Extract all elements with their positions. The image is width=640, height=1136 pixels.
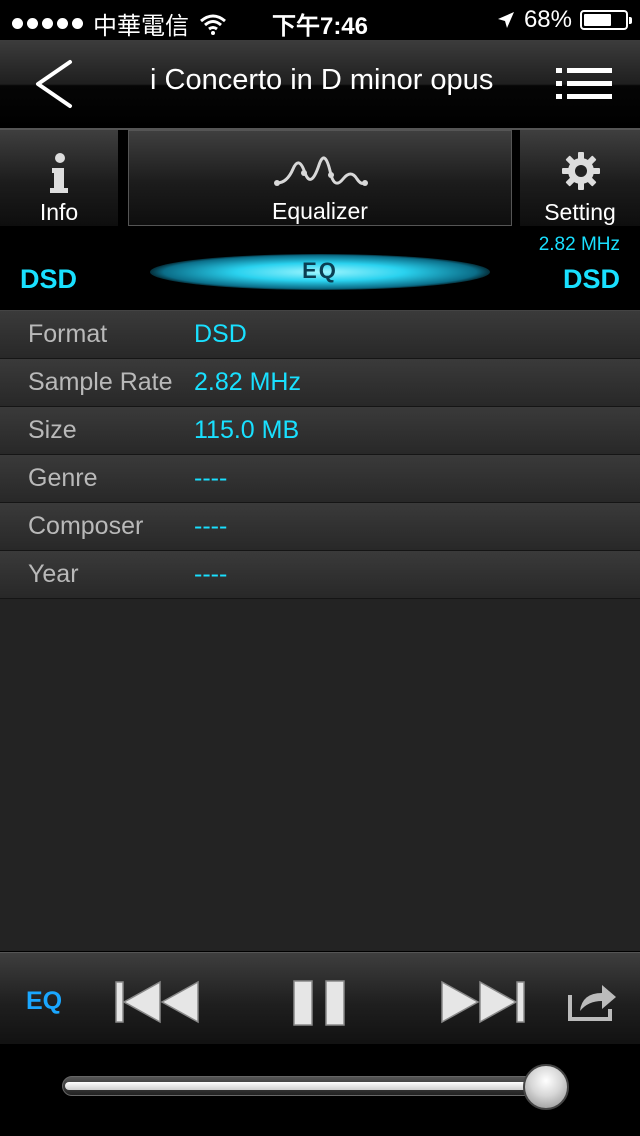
info-key: Sample Rate (28, 368, 173, 396)
info-row: Format DSD (0, 311, 640, 359)
info-value: ---- (194, 512, 228, 540)
pause-icon[interactable] (290, 979, 350, 1027)
info-value: 115.0 MB (194, 416, 300, 444)
list-icon[interactable] (556, 66, 612, 102)
tab-equalizer[interactable]: Equalizer (128, 130, 512, 226)
tab-bar: Info Equalizer Setting (0, 130, 640, 226)
navigation-bar: i Concerto in D minor opus (0, 40, 640, 130)
info-value: ---- (194, 560, 228, 588)
tab-label: Setting (544, 199, 616, 225)
track-title: i Concerto in D minor opus (150, 64, 494, 96)
tab-label: Info (39, 199, 79, 225)
info-row: Sample Rate 2.82 MHz (0, 359, 640, 407)
format-badge-left: DSD (20, 264, 78, 294)
info-key: Size (28, 416, 77, 444)
status-right: 68% (496, 6, 632, 34)
share-icon[interactable] (566, 979, 620, 1023)
info-value: ---- (194, 464, 228, 492)
gear-icon (562, 152, 600, 190)
battery-percent: 68% (523, 6, 572, 33)
eq-toggle-button[interactable]: EQ (26, 987, 62, 1016)
format-badge-right: DSD (562, 264, 620, 294)
sample-rate-badge: 2.82 MHz (538, 234, 620, 255)
info-row: Size 115.0 MB (0, 407, 640, 455)
info-row: Composer ---- (0, 503, 640, 551)
info-key: Format (28, 320, 108, 348)
skip-forward-icon[interactable] (436, 979, 526, 1025)
tab-setting[interactable]: Setting (520, 130, 640, 226)
waveform-icon (274, 156, 368, 186)
location-arrow-icon (497, 12, 514, 28)
battery-icon (580, 10, 632, 30)
eq-indicator-strip: DSD EQ 2.82 MHz DSD (0, 226, 640, 308)
tab-label: Equalizer (272, 198, 368, 224)
player-controls: EQ (0, 952, 640, 1045)
info-value: 2.82 MHz (194, 368, 301, 396)
info-key: Year (28, 560, 79, 588)
playback-progress (0, 1044, 640, 1136)
info-value: DSD (194, 320, 247, 348)
track-info-panel: Format DSD Sample Rate 2.82 MHz Size 115… (0, 310, 640, 951)
skip-back-icon[interactable] (114, 979, 204, 1025)
tab-info[interactable]: Info (0, 130, 118, 226)
info-icon (50, 153, 68, 193)
info-row: Year ---- (0, 551, 640, 599)
chevron-left-icon[interactable] (26, 58, 86, 110)
status-bar: 中華電信 下午7:46 68% (0, 0, 640, 40)
info-key: Composer (28, 512, 144, 540)
info-row: Genre ---- (0, 455, 640, 503)
eq-glow-label: EQ (302, 258, 338, 283)
progress-track[interactable] (62, 1076, 566, 1096)
info-key: Genre (28, 464, 98, 492)
progress-knob[interactable] (522, 1064, 569, 1110)
